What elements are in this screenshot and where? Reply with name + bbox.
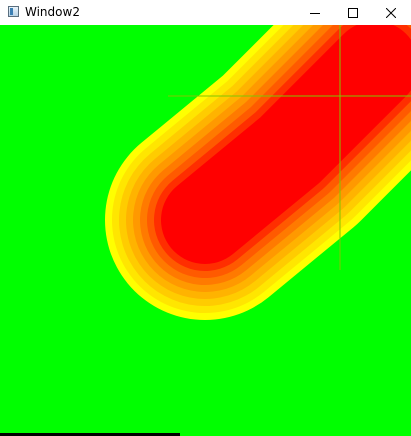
- maximize-icon: [348, 7, 358, 18]
- minimize-button[interactable]: [296, 0, 334, 25]
- maximize-button[interactable]: [334, 0, 372, 25]
- heatmap-bands: [105, 25, 411, 320]
- heatmap-canvas[interactable]: [0, 25, 411, 436]
- heatmap-plot: [0, 25, 411, 436]
- title-bar[interactable]: Window2: [0, 0, 411, 25]
- minimize-icon: [310, 12, 320, 14]
- close-icon: [386, 7, 396, 18]
- window-app-icon[interactable]: [8, 6, 19, 17]
- window-title: Window2: [25, 5, 80, 19]
- app-window: Window2: [0, 0, 411, 436]
- close-button[interactable]: [372, 0, 410, 25]
